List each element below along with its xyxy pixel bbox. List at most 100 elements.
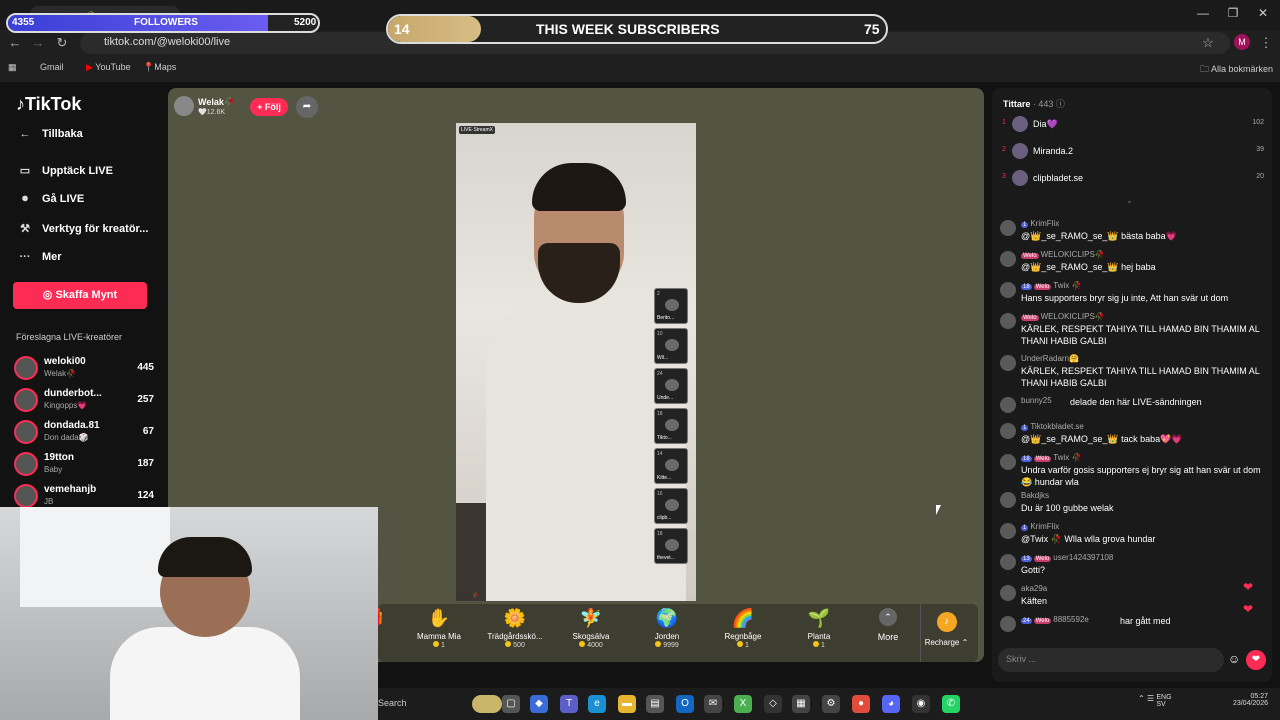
fan-badge: Welo	[1021, 253, 1039, 259]
hand-icon: ✋	[427, 608, 451, 628]
maximize-icon[interactable]: ❐	[1218, 6, 1248, 20]
minimize-icon[interactable]: —	[1188, 6, 1218, 20]
copilot-icon[interactable]: ◆	[530, 695, 548, 713]
coin-icon	[737, 641, 744, 647]
chevron-down-icon[interactable]: ⌄	[1126, 196, 1133, 205]
guest-tile[interactable]: 10 Wil...	[654, 328, 688, 364]
reload-icon[interactable]: ↻	[52, 35, 72, 51]
menu-icon[interactable]: ⋮	[1256, 35, 1276, 51]
guest-tile[interactable]: 14 Kitte...	[654, 448, 688, 484]
gift-item[interactable]: 🌼 Trädgårdsskö... 500	[480, 608, 550, 649]
gift-item[interactable]: 🧚 Skogsälva 4000	[556, 608, 626, 649]
logo-text: TikTok	[25, 94, 82, 114]
gift-item[interactable]: ✋ Mamma Mia 1	[404, 608, 474, 649]
guest-tile[interactable]: 18 Tikto...	[654, 408, 688, 444]
clock[interactable]: 05:27 23/04/2026	[1218, 693, 1268, 707]
creator-nickname: Welak🥀	[44, 369, 77, 378]
sidebar-item-go-live[interactable]: ⏺ Gå LIVE	[16, 193, 84, 206]
edge-icon[interactable]: e	[588, 695, 606, 713]
guest-tile[interactable]: 16 clipb...	[654, 488, 688, 524]
dev-icon[interactable]: ◇	[764, 695, 782, 713]
recharge-button[interactable]: ♪ Recharge ⌃	[920, 604, 972, 662]
chat-header: 18 Welo Twix 🥀	[1021, 453, 1081, 462]
share-icon[interactable]: ➦	[296, 96, 318, 118]
guest-name: thevet...	[657, 555, 675, 561]
emoji-icon[interactable]: ☺	[1228, 652, 1240, 666]
chat-text: KÄRLEK, RESPEKT TAHIYA TILL HAMAD BIN TH…	[1021, 366, 1260, 388]
close-icon[interactable]: ✕	[1248, 6, 1278, 20]
sidebar-item-more[interactable]: ··· Mer	[16, 251, 62, 263]
creator-name: 19tton	[44, 452, 74, 463]
guest-tile[interactable]: 18 thevet...	[654, 528, 688, 564]
system-tray[interactable]: ⌃ ☰ ENG SV	[1138, 694, 1172, 708]
like-button[interactable]: ❤	[1246, 650, 1266, 670]
get-coins-button[interactable]: ◎ Skaffa Mynt	[13, 282, 147, 309]
chat-input[interactable]: Skriv ...	[998, 648, 1224, 672]
gift-cost-value: 1	[821, 642, 825, 649]
guest-tile[interactable]: 24 Unde...	[654, 368, 688, 404]
language-indicator: ENG SV	[1156, 694, 1172, 708]
more-dots-icon: ···	[19, 251, 31, 263]
list-item[interactable]: weloki00 Welak🥀 445	[14, 354, 154, 384]
bookmark-maps[interactable]: 📍Maps	[143, 62, 176, 73]
taskbar-search[interactable]: Search	[378, 698, 407, 708]
host-name[interactable]: Welak🥀	[198, 97, 235, 108]
discord-icon[interactable]: ◕	[882, 695, 900, 713]
avatar	[14, 452, 38, 476]
star-icon[interactable]: ☆	[1198, 35, 1218, 51]
outlook-icon[interactable]: O	[676, 695, 694, 713]
guest-tile[interactable]: 2 Berito...	[654, 288, 688, 324]
chat-username: WELOKICLIPS🥀	[1040, 312, 1105, 321]
chat-panel: Tittare · 443 ⓘ 1 Dia💜 102 2 Miranda.2 39 3 cli…	[992, 88, 1272, 682]
sidebar-item-discover-live[interactable]: ▭ Upptäck LIVE	[16, 164, 113, 177]
all-bookmarks[interactable]: 🗀 Alla bokmärken	[1200, 62, 1273, 78]
apps-icon[interactable]: ▦	[8, 62, 17, 73]
chat-header: 24 Welo 8885592e	[1021, 615, 1089, 624]
store-icon[interactable]: ▤	[646, 695, 664, 713]
info-icon[interactable]: ⓘ	[1056, 99, 1065, 109]
sidebar-item-creator-tools[interactable]: ⚒ Verktyg för kreatör...	[16, 222, 148, 235]
bookmark-youtube[interactable]: ▶ YouTube	[86, 62, 131, 73]
follow-button[interactable]: + Följ	[250, 98, 288, 116]
gift-item[interactable]: 🌱 Planta 1	[784, 608, 854, 649]
time-label: 05:27	[1250, 693, 1268, 700]
explorer-icon[interactable]: ▬	[618, 695, 636, 713]
teams-icon[interactable]: T	[560, 695, 578, 713]
fairy-icon: 🧚	[579, 608, 603, 628]
heart-icon: ❤	[1243, 602, 1254, 616]
list-item[interactable]: dunderbot... Kingopps💗 257	[14, 386, 154, 416]
video-frame[interactable]: LIVE·StreamX Welak🥀 2 Berito... 10 Wil... 24…	[456, 123, 696, 601]
gift-cost: 9999	[632, 641, 702, 649]
avatar[interactable]: M	[1234, 34, 1250, 50]
task-view-icon[interactable]: ▢	[502, 695, 520, 713]
tiktok-logo[interactable]: ♪TikTok	[16, 94, 81, 115]
viewer-row[interactable]: 3 clipbladet.se 20	[1002, 169, 1264, 189]
obs-icon[interactable]: ◉	[912, 695, 930, 713]
list-item[interactable]: dondada.81 Don dada🎲 67	[14, 418, 154, 448]
list-item[interactable]: 19tton Baby 187	[14, 450, 154, 480]
whatsapp-icon[interactable]: ✆	[942, 695, 960, 713]
guest-rank: 16	[657, 491, 663, 497]
chat-text: @👑_se_RAMO_se_👑 tack baba💖💗	[1021, 434, 1183, 444]
game-pass-icon[interactable]: X	[734, 695, 752, 713]
bookmark-gmail[interactable]: Gmail	[40, 62, 64, 72]
avatar	[14, 388, 38, 412]
viewer-row[interactable]: 1 Dia💜 102	[1002, 115, 1264, 135]
more-gifts-button[interactable]: ⌃ More	[868, 608, 908, 642]
sidebar-item-back[interactable]: ← Tillbaka	[16, 128, 83, 140]
widget-icon[interactable]	[472, 695, 502, 713]
back-icon[interactable]: ←	[5, 35, 25, 50]
video-name: Welak🥀	[459, 593, 480, 599]
gift-item[interactable]: 🌈 Regnbåge 1	[708, 608, 778, 649]
gift-item[interactable]: 🌍 Jorden 9999	[632, 608, 702, 649]
forward-icon[interactable]: →	[28, 35, 48, 50]
viewer-row[interactable]: 2 Miranda.2 39	[1002, 142, 1264, 162]
chat-header: 1 KrimFlix	[1021, 219, 1059, 228]
app-icon[interactable]: ✉	[704, 695, 722, 713]
bookmarks-bar: ▦ Gmail ▶ YouTube 📍Maps 🗀 Alla bokmärken	[0, 57, 1280, 79]
calendar-icon[interactable]: ▦	[792, 695, 810, 713]
host-avatar[interactable]	[174, 96, 194, 116]
avatar	[14, 420, 38, 444]
chrome-icon[interactable]: ●	[852, 695, 870, 713]
settings-icon[interactable]: ⚙	[822, 695, 840, 713]
